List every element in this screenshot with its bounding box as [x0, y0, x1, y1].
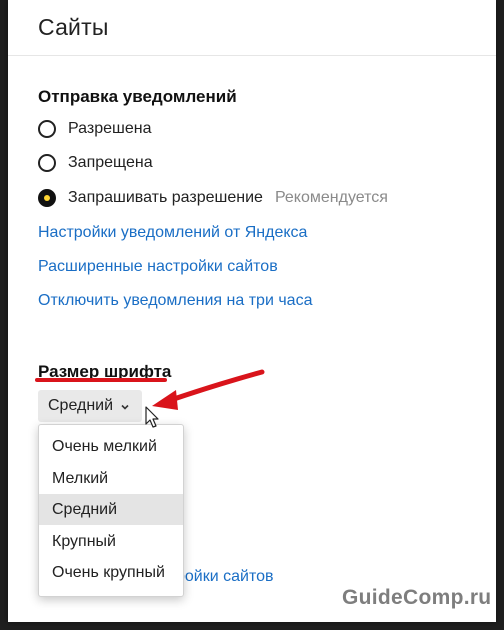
font-size-option[interactable]: Мелкий	[39, 463, 183, 494]
radio-unchecked-icon	[38, 120, 56, 138]
notifications-section-title: Отправка уведомлений	[38, 87, 237, 106]
font-size-option[interactable]: Очень крупный	[39, 557, 183, 588]
radio-allowed[interactable]: Разрешена	[38, 117, 151, 141]
page-header: Сайты	[8, 0, 496, 56]
disable-notifications-link[interactable]: Отключить уведомления на три часа	[38, 292, 312, 310]
font-size-dropdown: Очень мелкий Мелкий Средний Крупный Очен…	[38, 424, 184, 597]
yandex-notification-settings-link[interactable]: Настройки уведомлений от Яндекса	[38, 224, 307, 242]
radio-ask-permission[interactable]: Запрашивать разрешение Рекомендуется	[38, 186, 388, 210]
radio-checked-icon	[38, 189, 56, 207]
radio-unchecked-icon	[38, 154, 56, 172]
chevron-down-icon	[119, 400, 131, 412]
radio-label: Запрашивать разрешение	[68, 189, 263, 206]
radio-label: Запрещена	[68, 154, 153, 171]
watermark-logo: GuideComp.ru	[342, 586, 492, 609]
page-title: Сайты	[38, 14, 109, 40]
font-size-select[interactable]: Средний	[38, 390, 142, 422]
settings-window: Сайты Отправка уведомлений Разрешена Зап…	[8, 0, 496, 622]
font-size-option-selected[interactable]: Средний	[39, 494, 183, 525]
annotation-arrow-icon	[152, 369, 265, 410]
recommended-hint: Рекомендуется	[274, 189, 388, 206]
radio-label: Разрешена	[68, 120, 152, 137]
radio-blocked[interactable]: Запрещена	[38, 151, 153, 175]
font-size-option[interactable]: Очень мелкий	[39, 431, 183, 462]
advanced-site-settings-link[interactable]: Расширенные настройки сайтов	[38, 258, 278, 276]
obscured-link-fragment[interactable]: ройки сайтов	[176, 568, 274, 586]
font-size-select-value: Средний	[48, 397, 114, 414]
font-size-option[interactable]: Крупный	[39, 526, 183, 557]
mouse-cursor-icon	[145, 406, 159, 428]
